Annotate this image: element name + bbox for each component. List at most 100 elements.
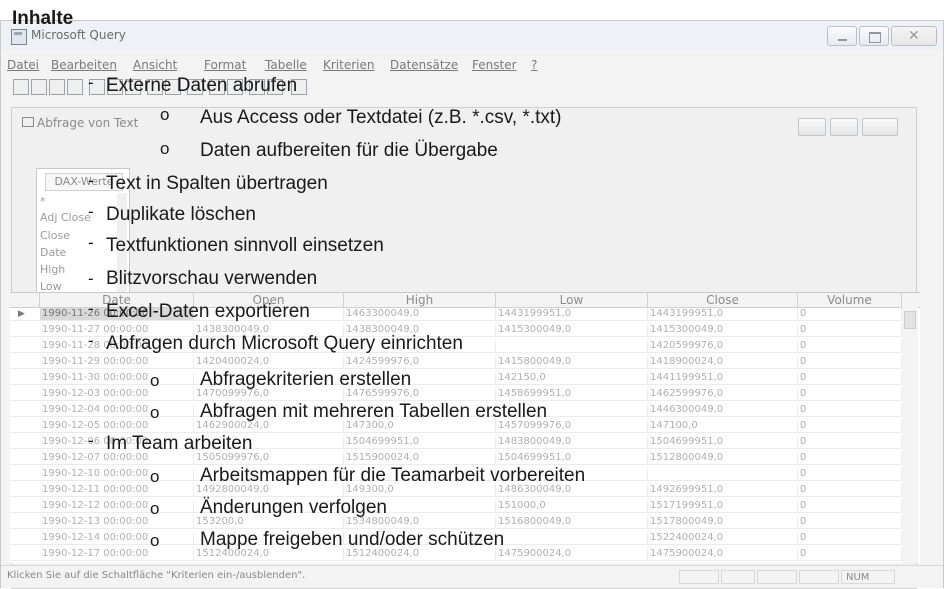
low-cell[interactable]: 142150,0 <box>496 372 648 384</box>
menu-format[interactable]: Format <box>204 58 246 72</box>
close-cell[interactable]: 1446300049,0 <box>648 404 798 416</box>
menu-ansicht[interactable]: Ansicht <box>133 58 177 72</box>
low-cell[interactable]: 1458699951,0 <box>496 388 648 400</box>
field-item[interactable]: Adj Close <box>40 211 91 224</box>
row-selector[interactable] <box>10 436 40 448</box>
field-item[interactable]: * <box>40 195 46 208</box>
row-selector[interactable] <box>10 452 40 464</box>
grid-scroll-thumb[interactable] <box>904 311 916 329</box>
date-cell[interactable]: 1990-12-05 00:00:00 <box>40 420 194 432</box>
volume-cell[interactable]: 0 <box>798 388 902 400</box>
row-selector[interactable] <box>10 516 40 528</box>
menu-help[interactable]: ? <box>531 58 537 72</box>
table-row[interactable]: 1990-12-13 00:00:00 153200,0 1534800049,0 1… <box>10 516 902 529</box>
return-data-icon[interactable] <box>67 79 83 95</box>
low-cell[interactable]: 1415800049,0 <box>496 356 648 368</box>
close-cell[interactable]: 1418900024,0 <box>648 356 798 368</box>
low-cell[interactable] <box>496 340 648 352</box>
close-cell[interactable]: 1517800049,0 <box>648 516 798 528</box>
row-selector[interactable] <box>10 532 40 544</box>
table-row[interactable]: 1990-11-30 00:00:00 142150,0 1441199951,0 0 <box>10 372 902 385</box>
row-selector[interactable] <box>10 372 40 384</box>
volume-cell[interactable]: 0 <box>798 452 902 464</box>
minimize-button[interactable] <box>827 26 857 46</box>
open-query-icon[interactable] <box>31 79 47 95</box>
table-row[interactable]: 1990-12-12 00:00:00 151000,0 1517199951,0 0 <box>10 500 902 513</box>
low-cell[interactable] <box>496 532 648 544</box>
field-item[interactable]: High <box>40 263 65 276</box>
date-cell[interactable]: 1990-12-13 00:00:00 <box>40 516 194 528</box>
new-query-icon[interactable] <box>13 79 29 95</box>
high-cell[interactable]: 1504699951,0 <box>344 436 496 448</box>
volume-cell[interactable]: 0 <box>798 436 902 448</box>
menu-kriterien[interactable]: Kriterien <box>323 58 374 72</box>
menu-datensaetze[interactable]: Datensätze <box>390 58 458 72</box>
row-selector[interactable] <box>10 324 40 336</box>
column-header-close[interactable]: Close <box>648 293 798 307</box>
subwindow-minimize-button[interactable] <box>798 118 826 136</box>
table-row[interactable]: 1990-11-29 00:00:00 1420400024,0 142459997… <box>10 356 902 369</box>
row-selector[interactable] <box>10 548 40 560</box>
close-cell[interactable]: 1420599976,0 <box>648 340 798 352</box>
volume-cell[interactable]: 0 <box>798 420 902 432</box>
volume-cell[interactable]: 0 <box>798 372 902 384</box>
date-cell[interactable]: 1990-11-29 00:00:00 <box>40 356 194 368</box>
row-selector[interactable] <box>10 340 40 352</box>
volume-cell[interactable]: 0 <box>798 404 902 416</box>
row-selector[interactable] <box>10 500 40 512</box>
low-cell[interactable]: 1415300049,0 <box>496 324 648 336</box>
volume-cell[interactable]: 0 <box>798 548 902 560</box>
low-cell[interactable]: 1443199951,0 <box>496 308 648 320</box>
volume-cell[interactable]: 0 <box>798 308 902 320</box>
close-cell[interactable]: 1512800049,0 <box>648 452 798 464</box>
close-cell[interactable]: 147100,0 <box>648 420 798 432</box>
date-cell[interactable]: 1990-12-04 00:00:00 <box>40 404 194 416</box>
maximize-button[interactable] <box>859 26 889 46</box>
close-cell[interactable]: 1415300049,0 <box>648 324 798 336</box>
date-cell[interactable]: 1990-12-12 00:00:00 <box>40 500 194 512</box>
close-cell[interactable]: 1475900024,0 <box>648 548 798 560</box>
date-cell[interactable]: 1990-11-30 00:00:00 <box>40 372 194 384</box>
close-cell[interactable]: 1504699951,0 <box>648 436 798 448</box>
date-cell[interactable]: 1990-12-10 00:00:00 <box>40 468 194 480</box>
column-header-volume[interactable]: Volume <box>798 293 902 307</box>
field-item[interactable]: Close <box>40 229 70 242</box>
column-header-low[interactable]: Low <box>496 293 648 307</box>
date-cell[interactable]: 1990-12-14 00:00:00 <box>40 532 194 544</box>
volume-cell[interactable]: 0 <box>798 516 902 528</box>
grid-scrollbar[interactable] <box>902 293 918 563</box>
row-selector[interactable] <box>10 484 40 496</box>
close-cell[interactable] <box>648 468 798 480</box>
date-cell[interactable]: 1990-12-03 00:00:00 <box>40 388 194 400</box>
title-bar[interactable]: Microsoft Query ✕ <box>1 21 943 51</box>
low-cell[interactable]: 1516800049,0 <box>496 516 648 528</box>
save-query-icon[interactable] <box>49 79 65 95</box>
row-selector[interactable] <box>10 404 40 416</box>
close-button[interactable]: ✕ <box>891 26 937 46</box>
volume-cell[interactable]: 0 <box>798 500 902 512</box>
menu-tabelle[interactable]: Tabelle <box>265 58 307 72</box>
high-cell[interactable]: 1515900024,0 <box>344 452 496 464</box>
field-item[interactable]: Date <box>40 246 66 259</box>
close-cell[interactable]: 1517199951,0 <box>648 500 798 512</box>
subwindow-close-button[interactable] <box>862 118 898 136</box>
row-selector[interactable] <box>10 356 40 368</box>
menu-fenster[interactable]: Fenster <box>472 58 517 72</box>
row-selector[interactable] <box>10 388 40 400</box>
volume-cell[interactable]: 0 <box>798 484 902 496</box>
volume-cell[interactable]: 0 <box>798 324 902 336</box>
low-cell[interactable]: 151000,0 <box>496 500 648 512</box>
subwindow-maximize-button[interactable] <box>830 118 858 136</box>
open-cell[interactable]: 1420400024,0 <box>194 356 344 368</box>
low-cell[interactable]: 1483800049,0 <box>496 436 648 448</box>
low-cell[interactable]: 1504699951,0 <box>496 452 648 464</box>
row-selector[interactable]: ▶ <box>10 308 40 320</box>
close-cell[interactable]: 1492699951,0 <box>648 484 798 496</box>
volume-cell[interactable]: 0 <box>798 356 902 368</box>
high-cell[interactable]: 1424599976,0 <box>344 356 496 368</box>
column-header-high[interactable]: High <box>344 293 496 307</box>
high-cell[interactable]: 1463300049,0 <box>344 308 496 320</box>
close-cell[interactable]: 1462599976,0 <box>648 388 798 400</box>
volume-cell[interactable]: 0 <box>798 340 902 352</box>
close-cell[interactable]: 1443199951,0 <box>648 308 798 320</box>
